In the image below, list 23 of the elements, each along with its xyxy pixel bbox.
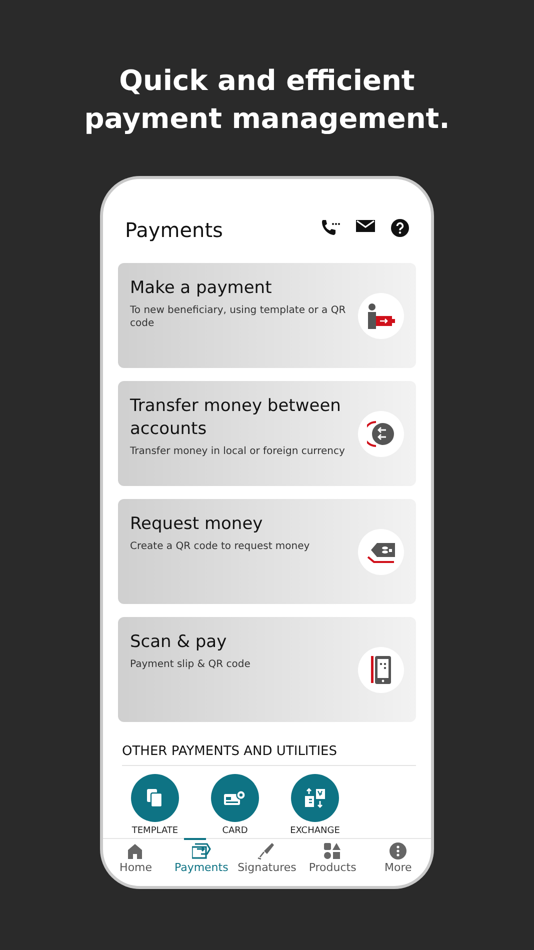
card-subtitle: Transfer money in local or foreign currency xyxy=(130,445,346,458)
nav-tab[interactable]: Home xyxy=(106,839,166,886)
nav-tab[interactable]: More xyxy=(368,839,428,886)
card-subtitle: To new beneficiary, using template or a QR code xyxy=(130,304,347,330)
card-title: Transfer money between accounts xyxy=(130,395,342,441)
utility-label: EXCHANGE xyxy=(290,826,340,836)
nav-tab[interactable]: Products xyxy=(302,839,363,886)
action-card[interactable]: Transfer money between accounts Transfer money in local or foreign currency xyxy=(118,381,416,486)
action-card[interactable]: Request money Create a QR code to request money xyxy=(118,499,416,604)
section-heading: OTHER PAYMENTS AND UTILITIES xyxy=(122,742,416,766)
headline: Quick and efficient payment management. xyxy=(83,63,451,137)
utility-label: CARD xyxy=(222,826,248,836)
action-card[interactable]: Make a payment To new beneficiary, using template or a QR code xyxy=(118,263,416,368)
nav-tab[interactable]: Payments xyxy=(171,839,232,886)
card-title: Request money xyxy=(130,513,264,536)
screen-title: Payments xyxy=(125,217,223,244)
card-subtitle: Payment slip & QR code xyxy=(130,658,252,671)
nav-tab[interactable]: Signatures xyxy=(236,839,297,886)
card-subtitle: Create a QR code to request money xyxy=(130,540,311,553)
utility-label: TEMPLATE xyxy=(132,826,178,836)
action-card[interactable]: Scan & pay Payment slip & QR code xyxy=(118,617,416,722)
card-title: Scan & pay xyxy=(130,631,228,654)
card-title: Make a payment xyxy=(130,277,273,300)
